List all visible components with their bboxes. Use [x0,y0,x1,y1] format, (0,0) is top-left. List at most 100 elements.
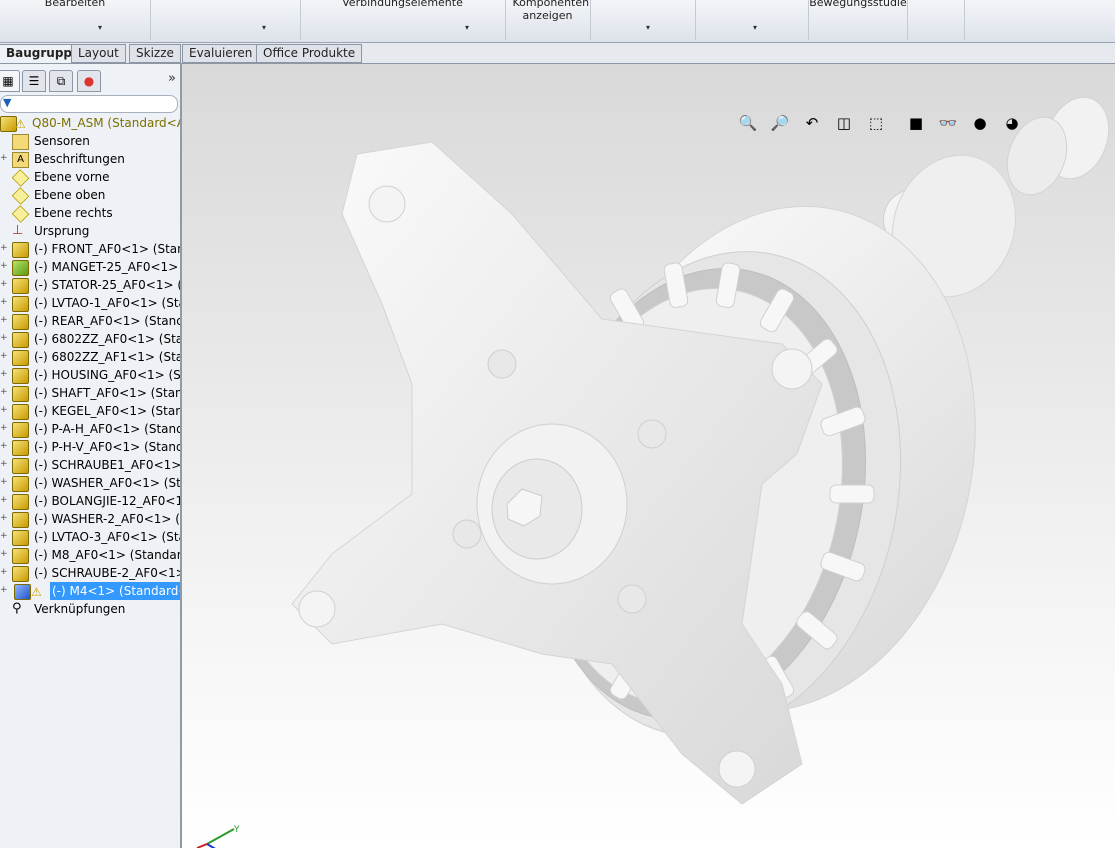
expand-icon[interactable]: + [0,460,8,469]
tree-item[interactable]: + (-) 6802ZZ_AF1<1> (Standa [0,348,180,366]
part-icon [12,566,29,582]
tab-layout[interactable]: Layout [71,44,126,63]
property-icon: ☰ [28,74,40,88]
tree-item[interactable]: + ⚠ (-) M4<1> (Standard<< [0,582,180,600]
expand-icon[interactable]: + [0,154,8,163]
expand-icon[interactable]: + [0,550,8,559]
axis-triad-icon: Y [196,825,240,848]
expand-icon[interactable]: + [0,352,8,361]
tree-item[interactable]: + (-) REAR_AF0<1> (Standard [0,312,180,330]
tree-item[interactable]: ⚠ Q80-M_ASM (Standard<An [0,114,180,132]
expand-icon[interactable]: + [0,406,8,415]
tree-item[interactable]: + (-) WASHER_AF0<1> (Stanc [0,474,180,492]
ribbon-group-5[interactable]: ▾ [590,0,696,40]
mates-icon: ⚲ [12,601,22,616]
chevron-down-icon[interactable]: ▾ [262,23,266,32]
tree-item[interactable]: Ebene oben [0,186,180,205]
tree-item[interactable]: + (-) LVTAO-1_AF0<1> (Stanc [0,294,180,312]
chevron-down-icon[interactable]: ▾ [98,23,102,32]
expand-icon[interactable]: + [0,298,8,307]
tree-item-label: Beschriftungen [34,152,125,166]
tree-item[interactable]: + (-) STATOR-25_AF0<1> (Sta [0,276,180,294]
chevron-down-icon[interactable]: ▾ [753,23,757,32]
tree-item[interactable]: ⚲ Verknüpfungen [0,600,180,618]
tree-item-label: (-) P-A-H_AF0<1> (Standar [34,422,182,436]
ribbon-group-label: Verbindungselemente [342,0,463,9]
filter-icon[interactable]: ▼ [3,96,11,109]
tree-filter-field[interactable]: ▼ [0,95,178,113]
part-icon [12,296,29,312]
tree-item[interactable]: + (-) MANGET-25_AF0<1> (St [0,258,180,276]
tree-item-label: (-) HOUSING_AF0<1> (Stan [34,368,181,382]
ribbon-group-label: Bewegungsstudie [809,0,907,9]
tree-item[interactable]: + (-) SCHRAUBE-2_AF0<1> (S [0,564,180,582]
ribbon-group-2[interactable]: ▾ [150,0,301,40]
chevron-down-icon[interactable]: ▾ [646,23,650,32]
expand-icon[interactable]: + [0,370,8,379]
tree-item-label: (-) M4<1> (Standard<< [50,582,180,600]
tree-item-label: (-) 6802ZZ_AF1<1> (Standa [34,350,180,364]
part-icon [12,386,29,402]
tree-item[interactable]: + (-) 6802ZZ_AF0<1> (Standa [0,330,180,348]
expand-icon[interactable]: + [0,442,8,451]
tree-item[interactable]: + (-) HOUSING_AF0<1> (Stan [0,366,180,384]
tab-office-produkte[interactable]: Office Produkte [256,44,363,63]
tree-item[interactable]: + (-) WASHER-2_AF0<1> (Sta [0,510,180,528]
expand-icon[interactable]: + [0,316,8,325]
tree-item[interactable]: Ebene vorne [0,168,180,187]
tree-item[interactable]: ⊥ Ursprung [0,222,180,240]
expand-icon[interactable]: + [0,334,8,343]
part-icon [12,242,29,258]
expand-icon[interactable]: + [0,262,8,271]
ribbon-group-8[interactable] [906,0,965,40]
configuration-manager-tab[interactable]: ⧉ [49,70,73,92]
tree-item[interactable]: + (-) P-A-H_AF0<1> (Standar [0,420,180,438]
expand-icon[interactable]: + [0,478,8,487]
chevron-down-icon[interactable]: ▾ [465,23,469,32]
tree-item-label: (-) REAR_AF0<1> (Standard [34,314,180,328]
tree-item[interactable]: + A Beschriftungen [0,150,180,168]
expand-icon[interactable]: + [0,532,8,541]
expand-icon[interactable]: + [0,388,8,397]
tree-item[interactable]: + (-) SHAFT_AF0<1> (Standa [0,384,180,402]
tree-item[interactable]: + (-) P-H-V_AF0<1> (Standar [0,438,180,456]
ribbon-group-verbindungselemente[interactable]: Verbindungselemente ▾ [300,0,506,40]
tree-item[interactable]: + (-) M8_AF0<1> (Standard< [0,546,180,564]
tree-item-label: (-) FRONT_AF0<1> (Standa [34,242,180,256]
tree-item[interactable]: Sensoren [0,132,180,150]
part-icon [12,476,29,492]
expand-icon[interactable]: + [0,280,8,289]
tab-skizze[interactable]: Skizze [129,44,181,63]
expand-icon[interactable]: + [0,424,8,433]
graphics-area[interactable]: 🔍🔎↶◫⬚■👓●◕▭ [182,64,1115,848]
expand-icon[interactable]: + [0,496,8,505]
tree-item[interactable]: + (-) KEGEL_AF0<1> (Standar [0,402,180,420]
ribbon-group-6[interactable]: ▾ [695,0,809,40]
expand-icon[interactable]: + [0,244,8,253]
tab-evaluieren[interactable]: Evaluieren [182,44,260,63]
tree-item-label: Sensoren [34,134,90,148]
plane-icon [11,169,30,187]
tree-item[interactable]: + (-) SCHRAUBE1_AF0<1> (St [0,456,180,474]
display-manager-tab[interactable]: ● [77,70,101,92]
property-manager-tab[interactable]: ☰ [22,70,46,92]
expand-icon[interactable]: + [0,568,8,577]
part-icon [12,404,29,420]
expand-icon[interactable]: + [0,514,8,523]
tree-item[interactable]: + (-) FRONT_AF0<1> (Standa [0,240,180,258]
expand-icon[interactable]: + [0,586,8,595]
ribbon-group-komponenten-anzeigen[interactable]: Komponenten anzeigen [505,0,591,40]
motor-assembly-model[interactable]: Y [182,64,1115,848]
tree-item[interactable]: Ebene rechts [0,204,180,223]
tree-item-label: Ursprung [34,224,90,238]
tree-item[interactable]: + (-) BOLANGJIE-12_AF0<1> [0,492,180,510]
tree-item-label: (-) WASHER_AF0<1> (Stanc [34,476,181,490]
ribbon-group-bewegungsstudie[interactable]: Bewegungsstudie [808,0,908,40]
tree-item-label: Ebene rechts [34,206,113,220]
more-tabs-icon[interactable]: » [168,71,176,86]
ribbon-group-label: Komponenten anzeigen [512,0,590,22]
tree-item[interactable]: + (-) LVTAO-3_AF0<1> (Stanc [0,528,180,546]
feature-manager-tab[interactable]: ▦ [0,70,20,92]
ribbon-group-label: Bearbeiten [44,0,106,9]
ribbon-group-bearbeiten[interactable]: Bearbeiten ▾ [0,0,151,40]
